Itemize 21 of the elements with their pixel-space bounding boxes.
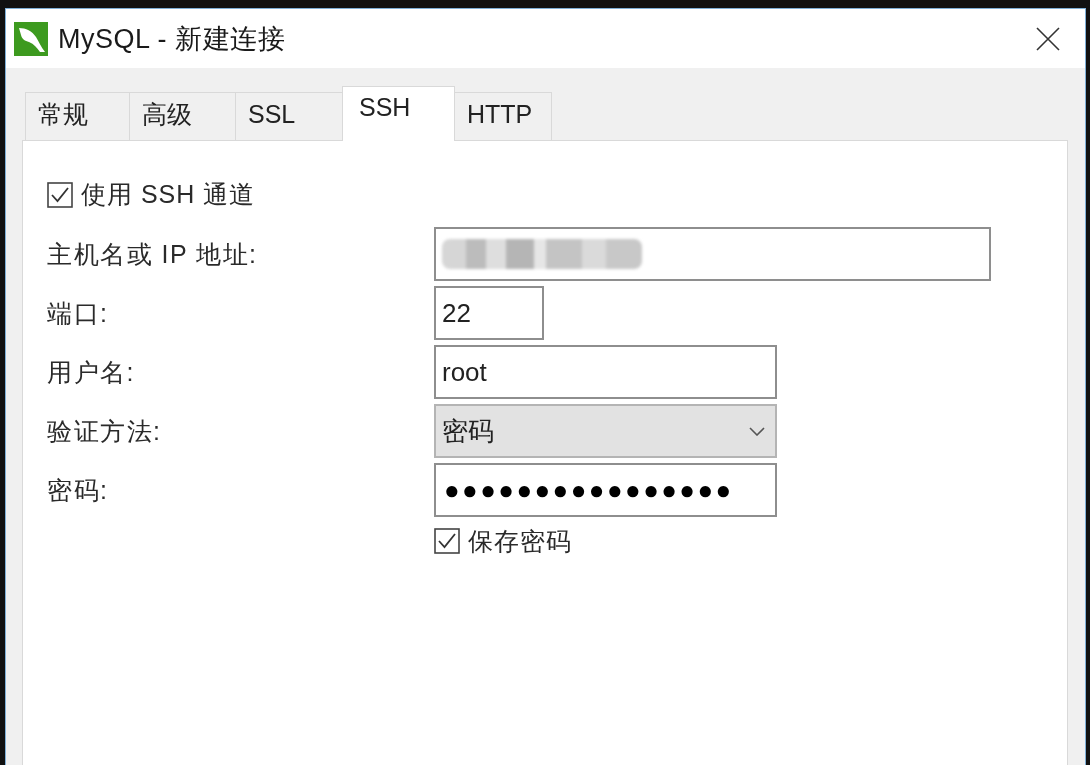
checkbox[interactable] — [434, 528, 460, 554]
host-field[interactable] — [434, 227, 991, 281]
close-icon — [1036, 26, 1060, 51]
field-label: 端口: — [47, 297, 110, 329]
port-field[interactable]: 22 — [434, 286, 544, 340]
window-title: MySQL - 新建连接 — [58, 22, 285, 56]
tab[interactable]: SSH — [342, 86, 455, 141]
field-label: 主机名或 IP 地址: — [47, 238, 259, 270]
password-field[interactable]: ●●●●●●●●●●●●●●●● — [434, 463, 777, 517]
checkbox-label: 保存密码 — [468, 525, 572, 557]
chevron-down-icon — [749, 426, 765, 436]
field-label: 用户名: — [47, 356, 136, 388]
tab[interactable]: 常规 — [25, 92, 130, 140]
field-label: 密码: — [47, 474, 110, 506]
username-field[interactable]: root — [434, 345, 777, 399]
tab[interactable]: HTTP — [454, 92, 552, 140]
app-logo-icon — [14, 21, 48, 56]
checkbox-label: 使用 SSH 通道 — [81, 179, 256, 210]
auth-method-dropdown[interactable]: 密码 — [434, 404, 777, 458]
field-label: 验证方法: — [47, 415, 163, 447]
checkbox[interactable] — [47, 181, 73, 208]
